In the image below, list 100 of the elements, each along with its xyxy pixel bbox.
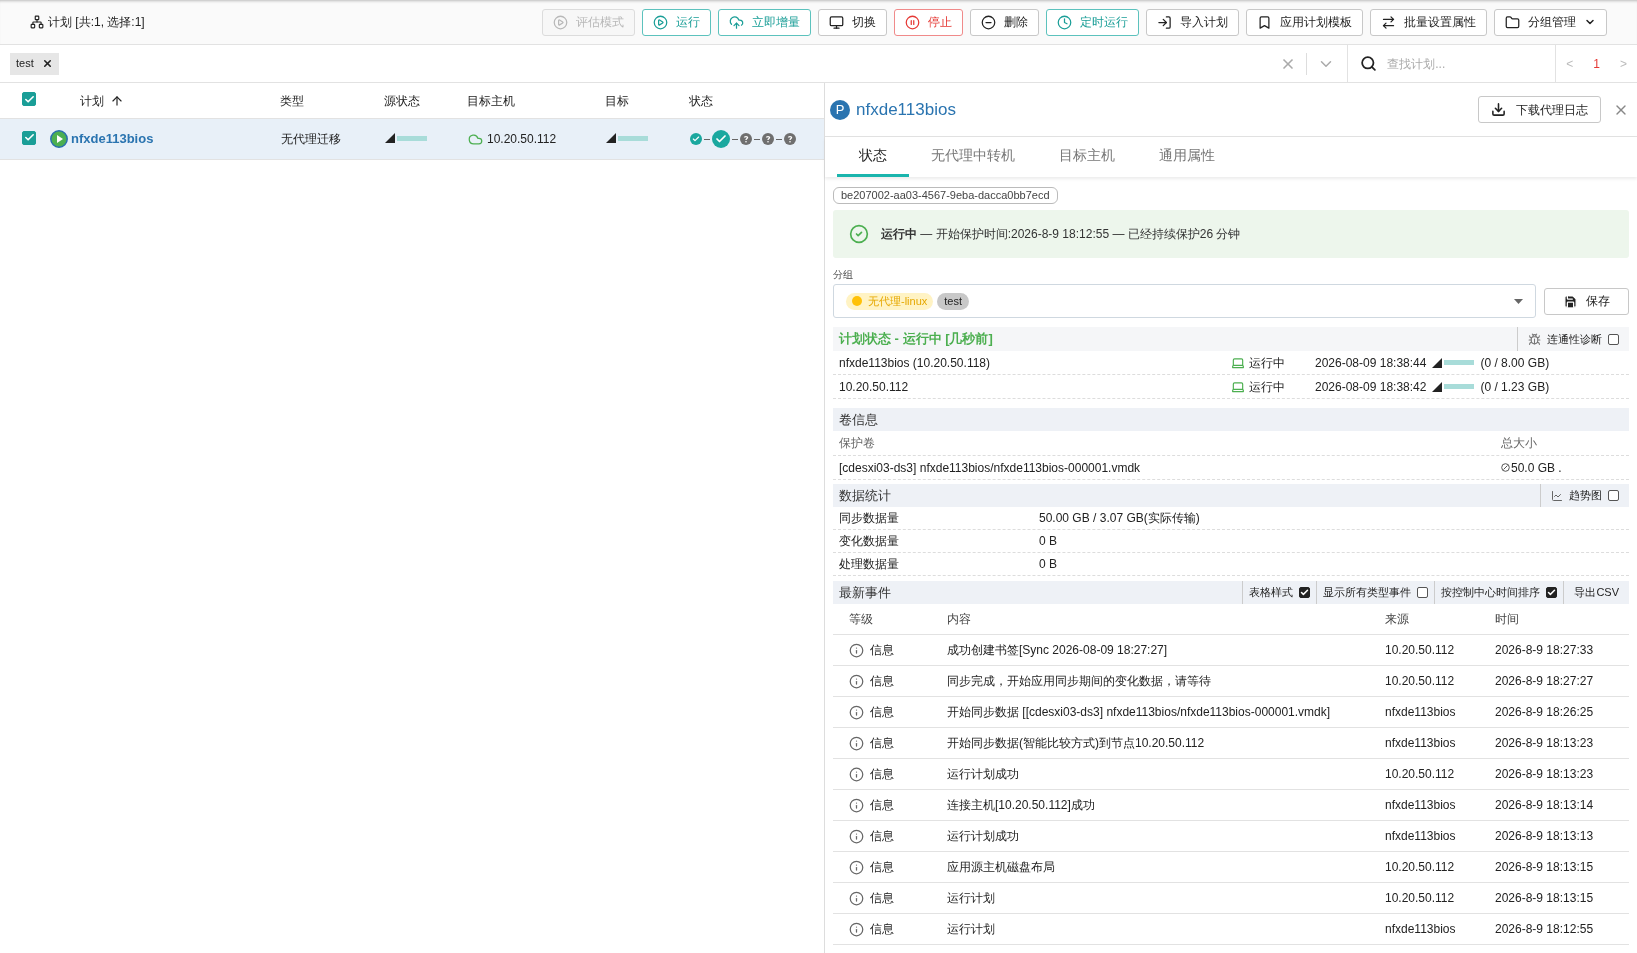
checkbox[interactable]	[22, 92, 36, 106]
event-content: 开始同步数据(智能比较方式)到节点10.20.50.112	[947, 735, 1206, 752]
checkbox[interactable]	[1608, 333, 1619, 345]
info-icon	[849, 859, 864, 875]
event-time: 2026-8-9 18:27:33	[1495, 642, 1595, 659]
event-time: 2026-8-9 18:27:27	[1495, 673, 1595, 690]
disk-icon	[1501, 463, 1510, 472]
computer-icon	[1231, 355, 1245, 370]
toolbar-button[interactable]: 删除	[970, 8, 1039, 36]
column-header: 内容	[947, 611, 972, 628]
tab[interactable]: 通用属性	[1137, 137, 1237, 177]
checkbox[interactable]	[1417, 587, 1429, 598]
event-time: 2026-8-9 18:13:23	[1495, 766, 1595, 783]
event-source: 10.20.50.112	[1385, 766, 1456, 783]
column-header[interactable]: 目标	[605, 91, 629, 110]
event-level: 信息	[870, 642, 894, 659]
event-time: 2026-8-9 18:26:25	[1495, 704, 1595, 721]
host-name: 10.20.50.112	[839, 378, 910, 396]
detail-title: nfxde113bios	[856, 98, 956, 121]
check-icon	[849, 224, 869, 244]
column-header[interactable]: 类型	[280, 91, 304, 110]
group-chip: 无代理-linux	[846, 292, 934, 310]
tab[interactable]: 目标主机	[1037, 137, 1137, 177]
column-header[interactable]: 目标主机	[467, 91, 515, 110]
info-icon	[849, 890, 864, 906]
save-button[interactable]: 保存	[1544, 287, 1629, 315]
diagnose-icon	[1528, 332, 1541, 346]
event-time: 2026-8-9 18:13:23	[1495, 735, 1595, 752]
plan-badge: P	[830, 99, 850, 120]
button-icon	[981, 14, 996, 30]
info-icon	[849, 766, 864, 782]
event-time: 2026-8-9 18:13:15	[1495, 890, 1595, 907]
event-content: 成功创建书签[Sync 2026-08-09 18:27:27]	[947, 642, 1169, 659]
tab[interactable]: 无代理中转机	[909, 137, 1037, 177]
toolbar-button[interactable]: 立即增量	[718, 8, 811, 36]
stat-value: 0 B	[1039, 533, 1058, 550]
column-header[interactable]: 状态	[689, 91, 713, 110]
checkbox[interactable]	[1299, 587, 1311, 598]
table-cell-text: 无代理迁移	[281, 131, 342, 148]
option-label: 连通性诊断	[1547, 331, 1602, 347]
chart-icon	[1551, 489, 1563, 502]
toolbar-button[interactable]: 批量设置属性	[1370, 8, 1487, 36]
search-icon	[1360, 55, 1378, 72]
stat-label: 变化数据量	[839, 533, 900, 550]
event-level: 信息	[870, 673, 894, 690]
signal-icon	[1432, 381, 1443, 392]
host-status: 运行中	[1249, 378, 1285, 396]
event-content: 连接主机[10.20.50.112]成功	[947, 797, 1096, 814]
button-icon	[1157, 14, 1172, 30]
plan-status-title: 计划状态 - 运行中 [几秒前]	[839, 330, 993, 349]
volume-path: [cdesxi03-ds3] nfxde113bios/nfxde113bios-000001.vmdk	[839, 459, 1142, 477]
page-number[interactable]: 1	[1593, 54, 1600, 73]
event-level: 信息	[870, 921, 894, 938]
sort-icon[interactable]	[110, 93, 124, 108]
event-content: 应用源主机磁盘布局	[947, 859, 1056, 876]
search-field[interactable]: 查找计划...	[1387, 54, 1538, 73]
event-source: 10.20.50.112	[1385, 890, 1456, 907]
event-content: 运行计划成功	[947, 766, 1020, 783]
button-icon	[1505, 14, 1520, 30]
stat-value: 50.00 GB / 3.07 GB(实际传输)	[1039, 510, 1201, 527]
save-icon	[1563, 293, 1578, 309]
event-time: 2026-8-9 18:13:13	[1495, 828, 1595, 845]
option-label: 趋势图	[1569, 488, 1602, 504]
toolbar-button[interactable]: 停止	[894, 8, 963, 36]
toolbar-button[interactable]: 应用计划模板	[1246, 8, 1363, 36]
plan-name[interactable]: nfxde113bios	[71, 129, 154, 149]
toolbar-button[interactable]: 分组管理	[1494, 8, 1607, 36]
event-source: 10.20.50.112	[1385, 642, 1456, 659]
column-header: 来源	[1385, 611, 1410, 628]
button-icon	[653, 14, 668, 30]
event-level: 信息	[870, 859, 894, 876]
info-icon	[849, 704, 864, 720]
checkbox[interactable]	[1608, 490, 1619, 501]
signal-icon	[606, 133, 616, 143]
column-header[interactable]: 计划	[80, 91, 104, 110]
download-log-button[interactable]: 下载代理日志	[1478, 96, 1601, 123]
event-content: 运行计划	[947, 890, 996, 907]
checkbox[interactable]	[22, 130, 36, 145]
filter-tag[interactable]: test	[10, 52, 59, 75]
remove-icon[interactable]	[41, 58, 53, 69]
info-icon	[849, 828, 864, 844]
section-title: 卷信息	[839, 410, 878, 429]
checkbox[interactable]	[1546, 587, 1558, 598]
table-row[interactable]: nfxde113bios 无代理迁移 10.20.50.112	[0, 119, 824, 160]
export-csv-link[interactable]: 导出CSV	[1574, 584, 1619, 601]
button-icon	[905, 14, 920, 30]
event-source: nfxde113bios	[1385, 735, 1457, 752]
toolbar-button[interactable]: 切换	[818, 8, 887, 36]
event-level: 信息	[870, 797, 894, 814]
table-cell-text: 10.20.50.112	[487, 131, 557, 148]
column-header[interactable]: 源状态	[384, 91, 420, 110]
event-source: 10.20.50.112	[1385, 673, 1456, 690]
tab[interactable]: 状态	[837, 137, 909, 177]
toolbar-button[interactable]: 导入计划	[1146, 8, 1239, 36]
event-level: 信息	[870, 828, 894, 845]
info-icon	[849, 797, 864, 813]
group-select[interactable]: 无代理-linux test	[833, 284, 1536, 318]
caret-icon	[1514, 298, 1523, 304]
button-icon	[829, 14, 844, 30]
info-icon	[849, 921, 864, 937]
